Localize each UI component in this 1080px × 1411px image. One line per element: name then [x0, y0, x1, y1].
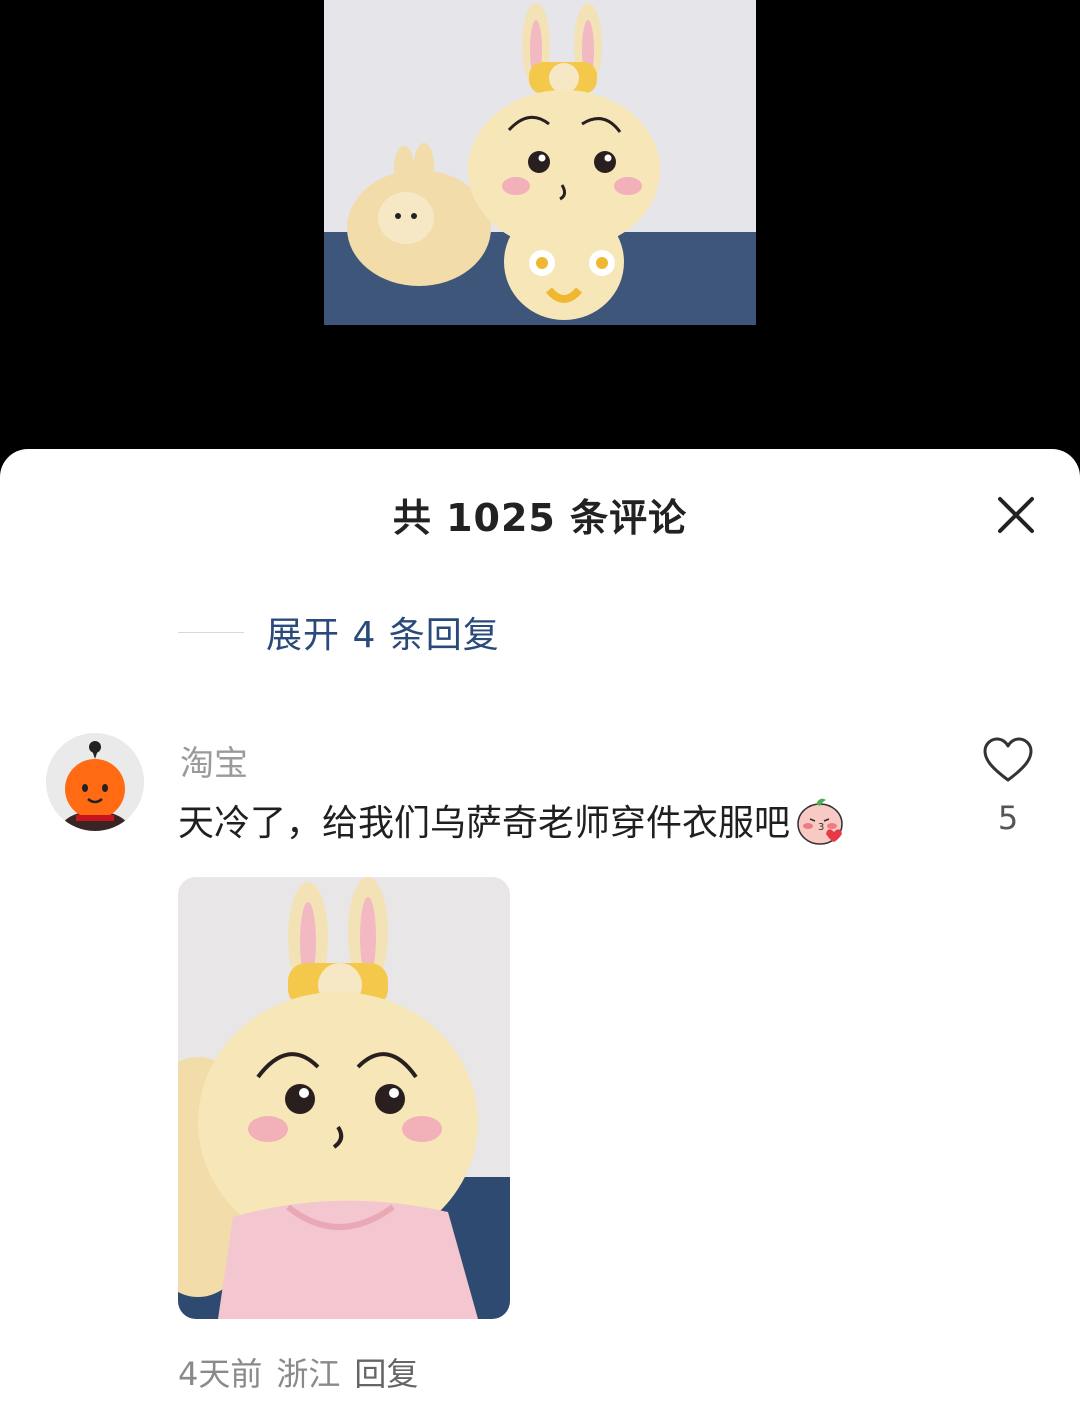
sheet-title: 共 1025 条评论	[392, 496, 688, 540]
comments-sheet: 共 1025 条评论 展开 4 条回复 淘宝 天冷了，给我们乌萨奇老师穿件衣服吧	[0, 449, 1080, 1411]
close-icon	[998, 497, 1034, 533]
close-button[interactable]	[990, 489, 1042, 541]
orange-mascot-avatar-icon	[46, 733, 144, 831]
comment-image[interactable]	[178, 877, 510, 1319]
expand-replies-link[interactable]: 展开 4 条回复	[266, 606, 500, 658]
comment-location: 浙江	[276, 1355, 341, 1393]
svg-text:3: 3	[818, 822, 824, 833]
expand-replies-row[interactable]: 展开 4 条回复	[178, 607, 500, 657]
comment-text: 天冷了，给我们乌萨奇老师穿件衣服吧	[178, 803, 791, 844]
heart-outline-icon	[983, 737, 1033, 782]
comment-meta: 4天前 浙江 回复	[178, 1349, 418, 1395]
comment-body: 天冷了，给我们乌萨奇老师穿件衣服吧 3	[178, 794, 846, 846]
comment-username[interactable]: 淘宝	[180, 736, 248, 785]
avatar[interactable]	[46, 733, 144, 831]
like-count: 5	[997, 799, 1019, 837]
comment-time: 4天前	[178, 1355, 263, 1393]
like-button[interactable]	[982, 736, 1034, 784]
post-photo[interactable]	[324, 0, 756, 325]
blushing-peach-emoji-icon: 3	[794, 794, 846, 846]
thread-divider	[178, 631, 244, 633]
reply-button[interactable]: 回复	[354, 1349, 418, 1395]
